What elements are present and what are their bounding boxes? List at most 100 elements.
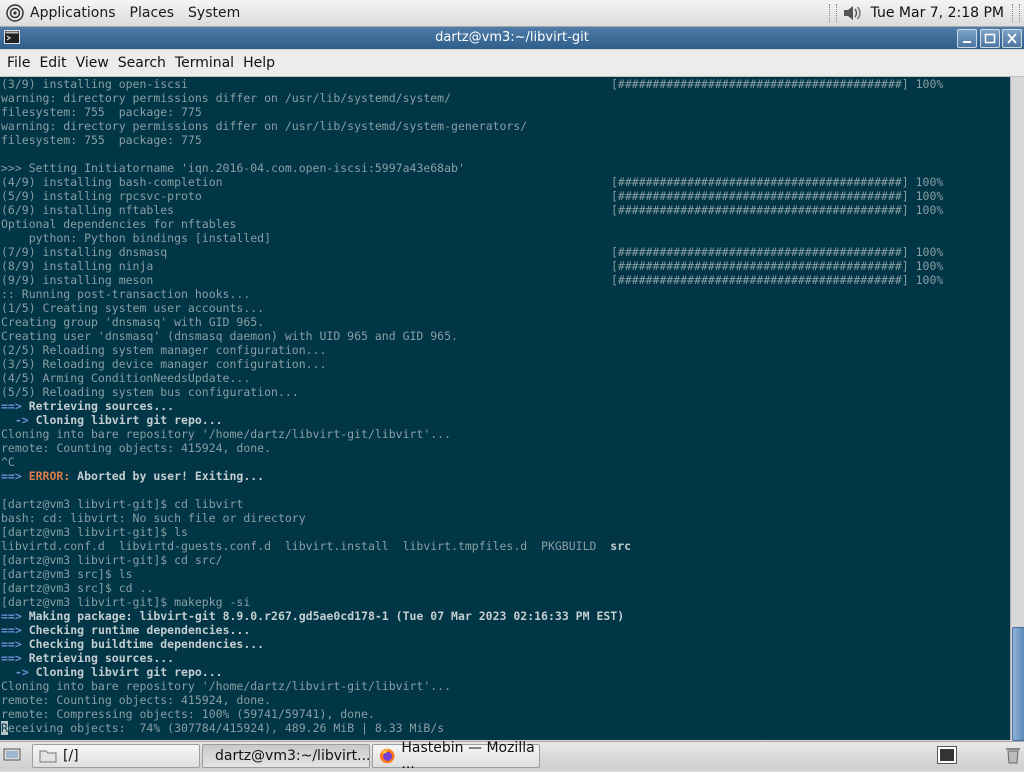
makepkg-arrow: ->: [1, 413, 29, 427]
menu-file[interactable]: File: [7, 53, 30, 73]
progress-indicator: [#######################################…: [611, 77, 944, 91]
places-menu[interactable]: Places: [130, 5, 175, 21]
task-terminal[interactable]: dartz@vm3:~/libvirt...: [202, 744, 371, 768]
line-content: [dartz@vm3 src]$ cd ..: [1, 581, 154, 595]
terminal-line: ==> Retrieving sources...: [1, 651, 1009, 665]
terminal-line: (7/9) installing dnsmasq [###############…: [1, 245, 1009, 259]
line-content: python: Python bindings [installed]: [1, 231, 272, 245]
terminal-line-text: bash: cd: libvirt: No such file or direc…: [1, 511, 306, 525]
show-desktop-icon[interactable]: [3, 746, 21, 764]
terminal-line: [dartz@vm3 src]$ cd ..: [1, 581, 1009, 595]
trash-icon[interactable]: [1005, 746, 1021, 764]
line-content: (1/5) Creating system user accounts...: [1, 301, 265, 315]
terminal-line-text: (3/5) Reloading device manager configura…: [1, 357, 326, 371]
line-content: (4/9) installing bash-completion: [1, 175, 223, 189]
line-content: warning: directory permissions differ on…: [1, 91, 452, 105]
line-content: (2/5) Reloading system manager configura…: [1, 343, 327, 357]
line-content: remote: Counting objects: 415924, done.: [1, 441, 272, 455]
line-content: Creating group 'dnsmasq' with GID 965.: [1, 315, 265, 329]
terminal-line: ==> Checking runtime dependencies...: [1, 623, 1009, 637]
terminal-line-text: Cloning into bare repository '/home/dart…: [1, 427, 451, 441]
terminal-line-text: -> Cloning libvirt git repo...: [1, 665, 223, 679]
gnome-foot-icon[interactable]: [6, 4, 24, 22]
system-menu[interactable]: System: [188, 5, 240, 21]
terminal-line-text: ==> Checking runtime dependencies...: [1, 623, 250, 637]
terminal-line-text: warning: directory permissions differ on…: [1, 119, 527, 133]
line-content: [dartz@vm3 libvirt-git]$ makepkg -si: [1, 595, 251, 609]
terminal-line: Receiving objects: 74% (307784/415924), …: [1, 721, 1009, 735]
terminal-line: [dartz@vm3 src]$ ls: [1, 567, 1009, 581]
panel-handle-right: [1012, 4, 1020, 22]
terminal-line: (2/5) Reloading system manager configura…: [1, 343, 1009, 357]
line-content: Cloning into bare repository '/home/dart…: [1, 679, 452, 693]
window-title: dartz@vm3:~/libvirt-git: [435, 30, 589, 45]
minimize-button[interactable]: [957, 29, 977, 48]
line-content: (3/9) installing open-iscsi: [1, 77, 188, 91]
terminal-line: :: Running post-transaction hooks...: [1, 287, 1009, 301]
scrollbar-thumb[interactable]: [1012, 627, 1024, 741]
terminal-line-text: (5/9) installing rpcsvc-proto: [1, 189, 202, 203]
terminal-line-text: remote: Counting objects: 415924, done.: [1, 441, 271, 455]
line-content: >>> Setting Initiatorname 'iqn.2016-04.c…: [1, 161, 465, 175]
panel-clock[interactable]: Tue Mar 7, 2:18 PM: [871, 5, 1004, 21]
terminal-line: bash: cd: libvirt: No such file or direc…: [1, 511, 1009, 525]
terminal-line: (9/9) installing meson [#################…: [1, 273, 1009, 287]
terminal-line: (1/5) Creating system user accounts...: [1, 301, 1009, 315]
maximize-button[interactable]: [980, 29, 1000, 48]
maximize-icon: [984, 33, 996, 44]
line-content: (3/5) Reloading device manager configura…: [1, 357, 327, 371]
terminal-line-text: (4/5) Arming ConditionNeedsUpdate...: [1, 371, 250, 385]
close-button[interactable]: [1002, 29, 1022, 48]
terminal-line: remote: Counting objects: 415924, done.: [1, 441, 1009, 455]
workspace-switcher-icon[interactable]: [937, 746, 957, 764]
terminal-line-text: [dartz@vm3 src]$ cd ..: [1, 581, 153, 595]
terminal-line-text: (2/5) Reloading system manager configura…: [1, 343, 326, 357]
menu-help[interactable]: Help: [243, 53, 275, 73]
terminal-line-text: Cloning into bare repository '/home/dart…: [1, 679, 451, 693]
terminal-line: Creating user 'dnsmasq' (dnsmasq daemon)…: [1, 329, 1009, 343]
terminal-output[interactable]: (3/9) installing open-iscsi [############…: [0, 77, 1010, 740]
line-content: (5/9) installing rpcsvc-proto: [1, 189, 202, 203]
terminal-line-text: Receiving objects: 74% (307784/415924), …: [1, 721, 444, 735]
terminal-line: -> Cloning libvirt git repo...: [1, 665, 1009, 679]
line-content: remote: Counting objects: 415924, done.: [1, 693, 272, 707]
menu-search[interactable]: Search: [118, 53, 166, 73]
terminal-line: (3/5) Reloading device manager configura…: [1, 357, 1009, 371]
terminal-line: filesystem: 755 package: 775: [1, 105, 1009, 119]
volume-icon[interactable]: [841, 4, 863, 22]
bottom-taskbar: [/] dartz@vm3:~/libvirt... Hastebin — Mo…: [0, 740, 1024, 772]
terminal-line-text: filesystem: 755 package: 775: [1, 105, 202, 119]
terminal-line: (5/5) Reloading system bus configuration…: [1, 385, 1009, 399]
terminal-line: >>> Setting Initiatorname 'iqn.2016-04.c…: [1, 161, 1009, 175]
terminal-line-text: Optional dependencies for nftables: [1, 217, 236, 231]
menu-edit[interactable]: Edit: [39, 53, 66, 73]
terminal-line-text: :: Running post-transaction hooks...: [1, 287, 250, 301]
line-content: [dartz@vm3 libvirt-git]$ cd src/: [1, 553, 223, 567]
progress-indicator: [#######################################…: [611, 273, 944, 287]
close-icon: [1007, 33, 1017, 44]
menu-terminal[interactable]: Terminal: [175, 53, 234, 73]
directory-entry: src: [610, 539, 632, 553]
terminal-line-text: (3/9) installing open-iscsi: [1, 77, 188, 91]
line-content: Optional dependencies for nftables: [1, 217, 237, 231]
applications-menu[interactable]: Applications: [30, 5, 116, 21]
terminal-line: (5/9) installing rpcsvc-proto [##########…: [1, 189, 1009, 203]
terminal-line: (4/5) Arming ConditionNeedsUpdate...: [1, 371, 1009, 385]
menubar: File Edit View Search Terminal Help: [0, 50, 1024, 77]
terminal-line: ^C: [1, 455, 1009, 469]
task-file-browser[interactable]: [/]: [32, 744, 200, 768]
terminal-line: warning: directory permissions differ on…: [1, 119, 1009, 133]
task-firefox[interactable]: Hastebin — Mozilla ...: [372, 740, 540, 772]
terminal-line: [dartz@vm3 libvirt-git]$ cd src/: [1, 553, 1009, 567]
terminal-line: -> Cloning libvirt git repo...: [1, 413, 1009, 427]
terminal-lines: (3/9) installing open-iscsi [############…: [1, 77, 1009, 735]
menu-view[interactable]: View: [76, 53, 109, 73]
terminal-line-text: ^C: [1, 455, 15, 469]
window-titlebar[interactable]: dartz@vm3:~/libvirt-git: [0, 27, 1024, 49]
terminal-line-text: (1/5) Creating system user accounts...: [1, 301, 264, 315]
line-content: (7/9) installing dnsmasq: [1, 245, 168, 259]
terminal-scrollbar[interactable]: [1010, 77, 1024, 741]
terminal-line: [dartz@vm3 libvirt-git]$ ls: [1, 525, 1009, 539]
line-content: Cloning libvirt git repo...: [28, 665, 223, 679]
line-content: eceiving objects: 74% (307784/415924), 4…: [7, 721, 445, 735]
